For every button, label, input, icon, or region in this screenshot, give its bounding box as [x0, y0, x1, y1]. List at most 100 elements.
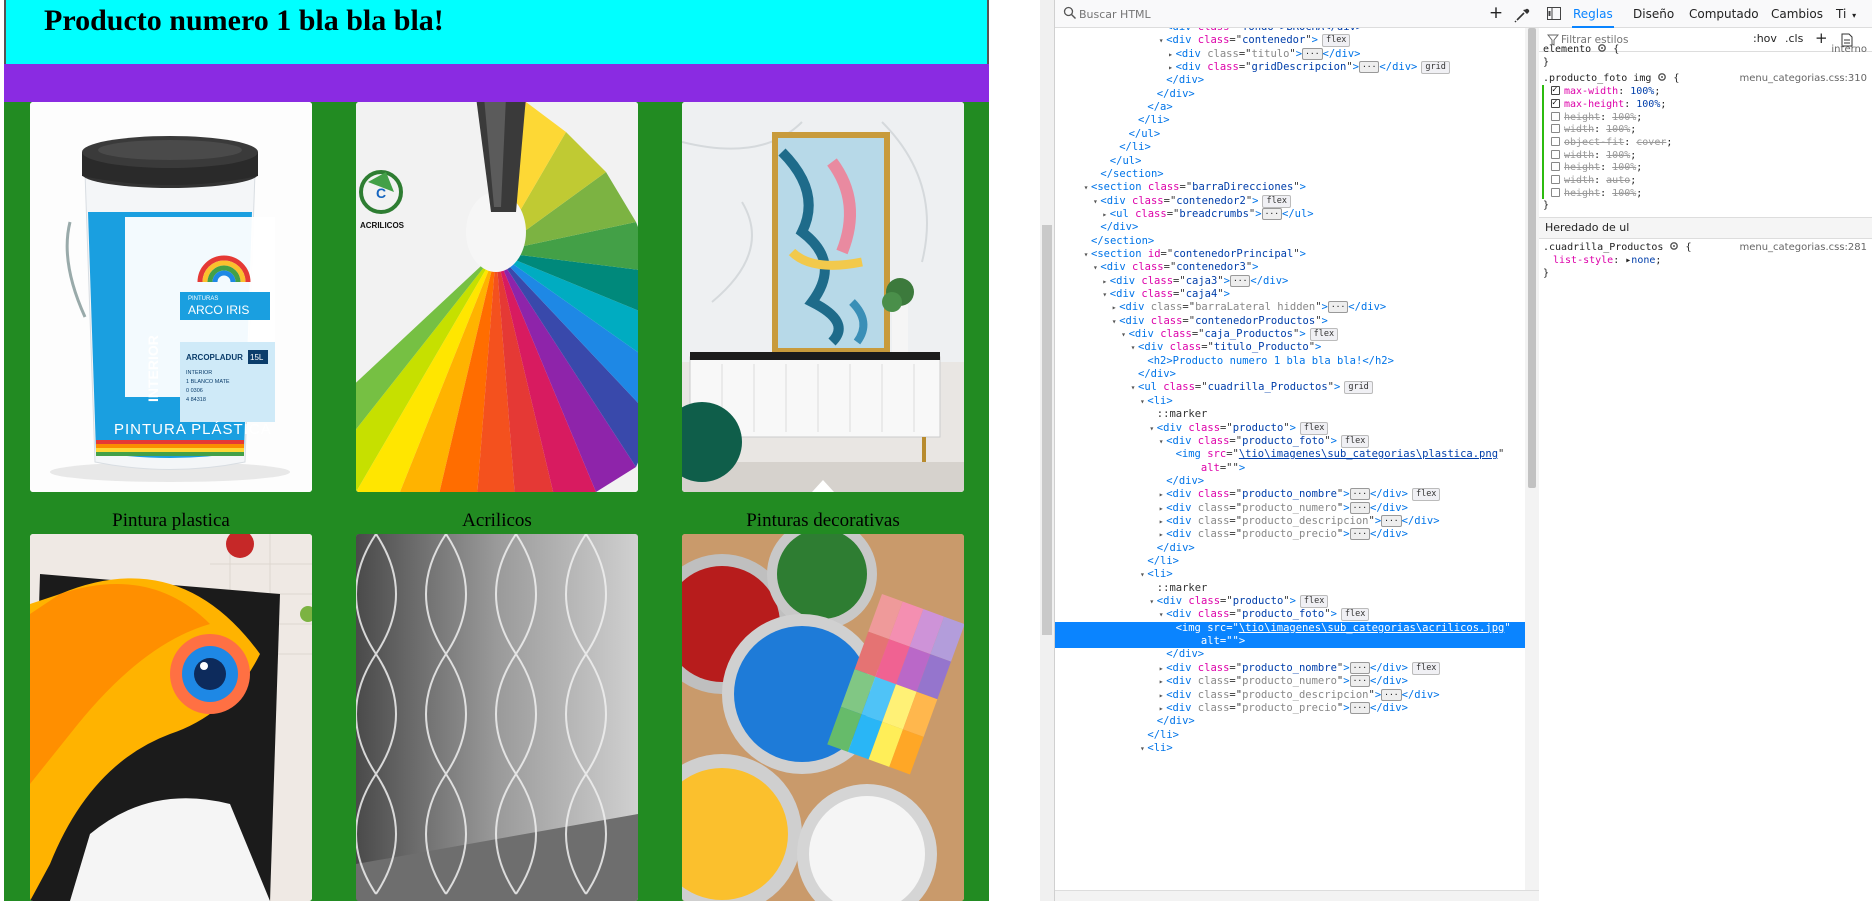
tree-row[interactable]: ▾ <div class="producto_foto"> flex [1055, 434, 1525, 448]
tree-toggle-icon[interactable]: ▾ [1119, 328, 1129, 341]
tree-toggle-icon[interactable]: ▸ [1156, 702, 1166, 715]
layout-badge[interactable]: flex [1309, 328, 1339, 342]
ellipsis-icon[interactable]: ··· [1229, 274, 1251, 287]
product-image-pinturas-decorativas[interactable] [682, 102, 964, 492]
tree-toggle-icon[interactable]: ▾ [1090, 261, 1100, 274]
tree-row[interactable]: ▸ <div class="gridDescripcion"> ··· </div> g… [1055, 61, 1525, 75]
tree-row[interactable]: </li> [1055, 141, 1525, 154]
layout-badge[interactable]: grid [1421, 61, 1450, 75]
tree-scrollbar[interactable] [1525, 28, 1539, 890]
html-search-input[interactable] [1079, 4, 1479, 24]
tree-toggle-icon[interactable]: ▾ [1147, 595, 1157, 608]
tree-row[interactable]: alt=""> [1055, 462, 1525, 475]
tree-toggle-icon[interactable]: ▾ [1156, 435, 1166, 448]
property-checkbox[interactable] [1551, 96, 1560, 110]
tree-row[interactable]: ▾ <li> [1055, 395, 1525, 408]
tree-toggle-icon[interactable]: ▾ [1156, 34, 1166, 47]
tree-row[interactable]: ▸ <div class="caja3"> ··· </div> [1055, 274, 1525, 288]
tree-row-selected[interactable]: alt=""> [1055, 635, 1525, 649]
layout-badge[interactable]: flex [1299, 595, 1329, 609]
tree-row[interactable]: </a> [1055, 101, 1525, 114]
tree-toggle-icon[interactable]: ▾ [1137, 395, 1147, 408]
tree-horizontal-scrollbar[interactable] [1055, 890, 1539, 901]
tree-toggle-icon[interactable]: ▸ [1166, 48, 1176, 61]
tree-row[interactable]: ▾ <div class="caja4"> [1055, 288, 1525, 301]
tree-row[interactable]: </div> [1055, 74, 1525, 87]
tree-toggle-icon[interactable]: ▾ [1147, 422, 1157, 435]
product-image-silver-wall[interactable] [356, 534, 638, 901]
tree-toggle-icon[interactable]: ▸ [1156, 515, 1166, 528]
tree-toggle-icon[interactable]: ▾ [1156, 608, 1166, 621]
tree-row[interactable]: ▸ <div class="titulo"> ··· </div> [1055, 47, 1525, 61]
tree-row[interactable]: ::marker [1055, 408, 1525, 421]
tree-row[interactable]: ▸ <div class="producto_precio"> ··· </div> [1055, 701, 1525, 715]
property-checkbox[interactable] [1551, 83, 1560, 97]
tree-toggle-icon[interactable]: ▸ [1156, 502, 1166, 515]
tree-row[interactable]: </div> [1055, 715, 1525, 728]
property-checkbox[interactable] [1551, 162, 1560, 172]
tab-ti[interactable]: Ti [1836, 7, 1846, 21]
ellipsis-icon[interactable]: ··· [1349, 528, 1371, 541]
tree-row[interactable]: <img src="\tio\imagenes\sub_categorias\p… [1055, 448, 1525, 461]
page-scrollbar-thumb[interactable] [1042, 225, 1052, 635]
ellipsis-icon[interactable]: ··· [1349, 488, 1371, 501]
tree-row[interactable]: ▸ <div class="producto_numero"> ··· </div> [1055, 675, 1525, 688]
tree-row[interactable]: </ul> [1055, 155, 1525, 168]
tree-row[interactable]: </li> [1055, 729, 1525, 742]
tree-toggle-icon[interactable]: ▾ [1081, 248, 1091, 261]
product-image-paint-cans[interactable] [682, 534, 964, 901]
tree-row[interactable]: ▸ <div class="producto_numero"> ··· </div> [1055, 501, 1525, 515]
tree-row[interactable]: <h2>Producto numero 1 bla bla bla!</h2> [1055, 355, 1525, 368]
page-scrollbar[interactable] [1040, 0, 1054, 901]
tree-toggle-icon[interactable]: ▸ [1156, 662, 1166, 675]
product-image-acrilicos[interactable]: C ACRILICOS [356, 102, 638, 492]
tree-toggle-icon[interactable]: ▾ [1090, 195, 1100, 208]
dock-layout-icon[interactable] [1547, 7, 1561, 20]
tree-row[interactable]: ::marker [1055, 582, 1525, 595]
ellipsis-icon[interactable]: ··· [1327, 301, 1349, 314]
eyedropper-icon[interactable] [1511, 4, 1533, 26]
tree-toggle-icon[interactable]: ▸ [1100, 208, 1110, 221]
tree-toggle-icon[interactable]: ▸ [1100, 275, 1110, 288]
tree-row[interactable]: ▾ <div class="contenedorProductos"> [1055, 315, 1525, 328]
gear-icon[interactable] [1597, 43, 1607, 53]
tree-row[interactable]: </div> [1055, 221, 1525, 234]
product-image-toucan[interactable] [30, 534, 312, 901]
layout-badge[interactable]: flex [1340, 434, 1370, 448]
tab-diseno[interactable]: Diseño [1633, 0, 1674, 28]
ellipsis-icon[interactable]: ··· [1349, 661, 1371, 674]
ellipsis-icon[interactable]: ··· [1302, 47, 1323, 60]
property-checkbox[interactable] [1551, 175, 1560, 184]
tree-row[interactable]: </div> [1055, 368, 1525, 381]
ellipsis-icon[interactable]: ··· [1261, 207, 1283, 220]
tree-row[interactable]: ▾ <section class="barraDirecciones"> [1055, 181, 1525, 194]
tree-row[interactable]: </div> [1055, 542, 1525, 555]
tree-row[interactable]: ▾ <li> [1055, 568, 1525, 581]
property-checkbox[interactable] [1551, 111, 1560, 121]
tab-computado[interactable]: Computado [1689, 0, 1759, 28]
tree-row[interactable]: ▸ <div class="producto_descripcion"> ··· </… [1055, 688, 1525, 702]
ellipsis-icon[interactable]: ··· [1349, 675, 1371, 688]
ellipsis-icon[interactable]: ··· [1349, 501, 1371, 514]
tree-row[interactable]: ▸ <div class="barraLateral hidden"> ··· </d… [1055, 301, 1525, 314]
tree-row[interactable]: ▾ <div class="producto"> flex [1055, 595, 1525, 609]
tree-toggle-icon[interactable]: ▾ [1137, 568, 1147, 581]
tree-row[interactable]: ▸ <div class="producto_nombre"> ··· </div> f… [1055, 661, 1525, 675]
tree-row[interactable]: ▾ <li> [1055, 742, 1525, 755]
tree-toggle-icon[interactable]: ▸ [1156, 528, 1166, 541]
tree-toggle-icon[interactable]: ▾ [1128, 381, 1138, 394]
tree-row[interactable]: ▾ <div class="caja_Productos"> flex [1055, 328, 1525, 342]
tree-row[interactable]: ▸ <div class="producto_nombre"> ··· </div> f… [1055, 488, 1525, 502]
property-checkbox[interactable] [1551, 124, 1560, 134]
gear-icon[interactable] [1669, 241, 1679, 251]
tree-row[interactable]: ▾ <div class="contenedor2"> flex [1055, 194, 1525, 208]
tab-more[interactable]: Ti ▾ [1836, 0, 1856, 28]
property-checkbox[interactable] [1551, 187, 1560, 197]
ellipsis-icon[interactable]: ··· [1381, 514, 1402, 527]
tree-scrollbar-thumb[interactable] [1528, 28, 1536, 488]
tree-row[interactable]: ▸ <div class="producto_precio"> ··· </div> [1055, 528, 1525, 541]
tree-row[interactable]: </li> [1055, 555, 1525, 568]
tree-toggle-icon[interactable]: ▾ [1100, 288, 1110, 301]
tree-toggle-icon[interactable]: ▸ [1156, 689, 1166, 702]
property-checkbox[interactable] [1551, 136, 1560, 146]
